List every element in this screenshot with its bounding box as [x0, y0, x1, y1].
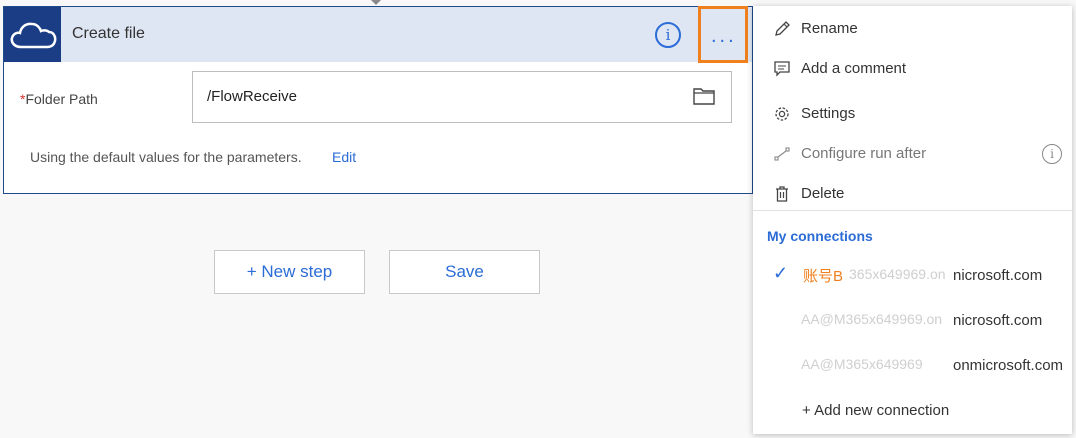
info-icon[interactable]: i	[655, 22, 681, 48]
menu-item-rename[interactable]: Rename	[753, 14, 1072, 44]
connection-domain: nicrosoft.com	[953, 267, 1043, 284]
gear-icon	[775, 107, 789, 121]
connection-account-blurred: AA@M365x649969	[801, 356, 923, 372]
connection-row[interactable]: AA@M365x649969.on nicrosoft.com	[753, 305, 1072, 335]
menu-item-label: Delete	[801, 185, 845, 202]
connection-account-blurred: AA@M365x649969.on	[801, 311, 943, 327]
menu-divider	[753, 210, 1072, 211]
menu-item-label: Add a comment	[801, 60, 907, 77]
checkmark-icon: ✓	[773, 263, 789, 283]
connection-row[interactable]: ✓ 365x649969.on 账号B nicrosoft.com	[753, 260, 1072, 290]
connection-name: 账号B	[803, 268, 844, 285]
more-options-button[interactable]: ...	[698, 6, 748, 63]
menu-item-settings[interactable]: Settings	[753, 99, 1072, 129]
add-new-connection-link[interactable]: + Add new connection	[802, 402, 949, 419]
connection-domain: nicrosoft.com	[953, 312, 1043, 329]
menu-item-delete[interactable]: Delete	[753, 179, 1072, 209]
comment-icon	[774, 61, 790, 77]
create-file-action-card: Create file i ... *Folder Path Using the…	[3, 6, 753, 194]
onedrive-logo	[4, 7, 61, 62]
folder-path-label-text: Folder Path	[25, 91, 98, 107]
card-title: Create file	[72, 25, 145, 42]
new-step-button[interactable]: + New step	[214, 250, 365, 294]
flow-icon	[774, 147, 790, 161]
info-icon[interactable]: i	[1042, 144, 1062, 164]
my-connections-header: My connections	[767, 228, 873, 244]
folder-path-field[interactable]	[192, 71, 732, 123]
menu-item-label: Configure run after	[801, 145, 927, 162]
connection-domain: onmicrosoft.com	[953, 357, 1064, 374]
context-menu: Rename Add a comment Settings Configure …	[753, 6, 1072, 434]
cloud-icon	[10, 22, 57, 49]
menu-item-configure-run-after: Configure run after i	[753, 139, 1072, 169]
save-button[interactable]: Save	[389, 250, 540, 294]
card-header[interactable]: Create file i ...	[4, 6, 752, 63]
folder-icon[interactable]	[693, 87, 715, 105]
connection-row[interactable]: AA@M365x649969 onmicrosoft.com	[753, 350, 1072, 380]
menu-item-label: Rename	[801, 20, 858, 37]
folder-path-label: *Folder Path	[20, 91, 98, 107]
pencil-icon	[775, 21, 790, 36]
trash-icon	[776, 186, 788, 202]
menu-item-label: Settings	[801, 105, 856, 122]
menu-item-add-comment[interactable]: Add a comment	[753, 54, 1072, 84]
more-dots-icon: ...	[711, 25, 737, 47]
connector-arrow	[371, 0, 381, 5]
folder-path-input[interactable]	[207, 88, 667, 105]
connection-account-blurred: 365x649969.on	[849, 266, 946, 282]
edit-link[interactable]: Edit	[332, 149, 356, 165]
defaults-message: Using the default values for the paramet…	[30, 149, 302, 165]
